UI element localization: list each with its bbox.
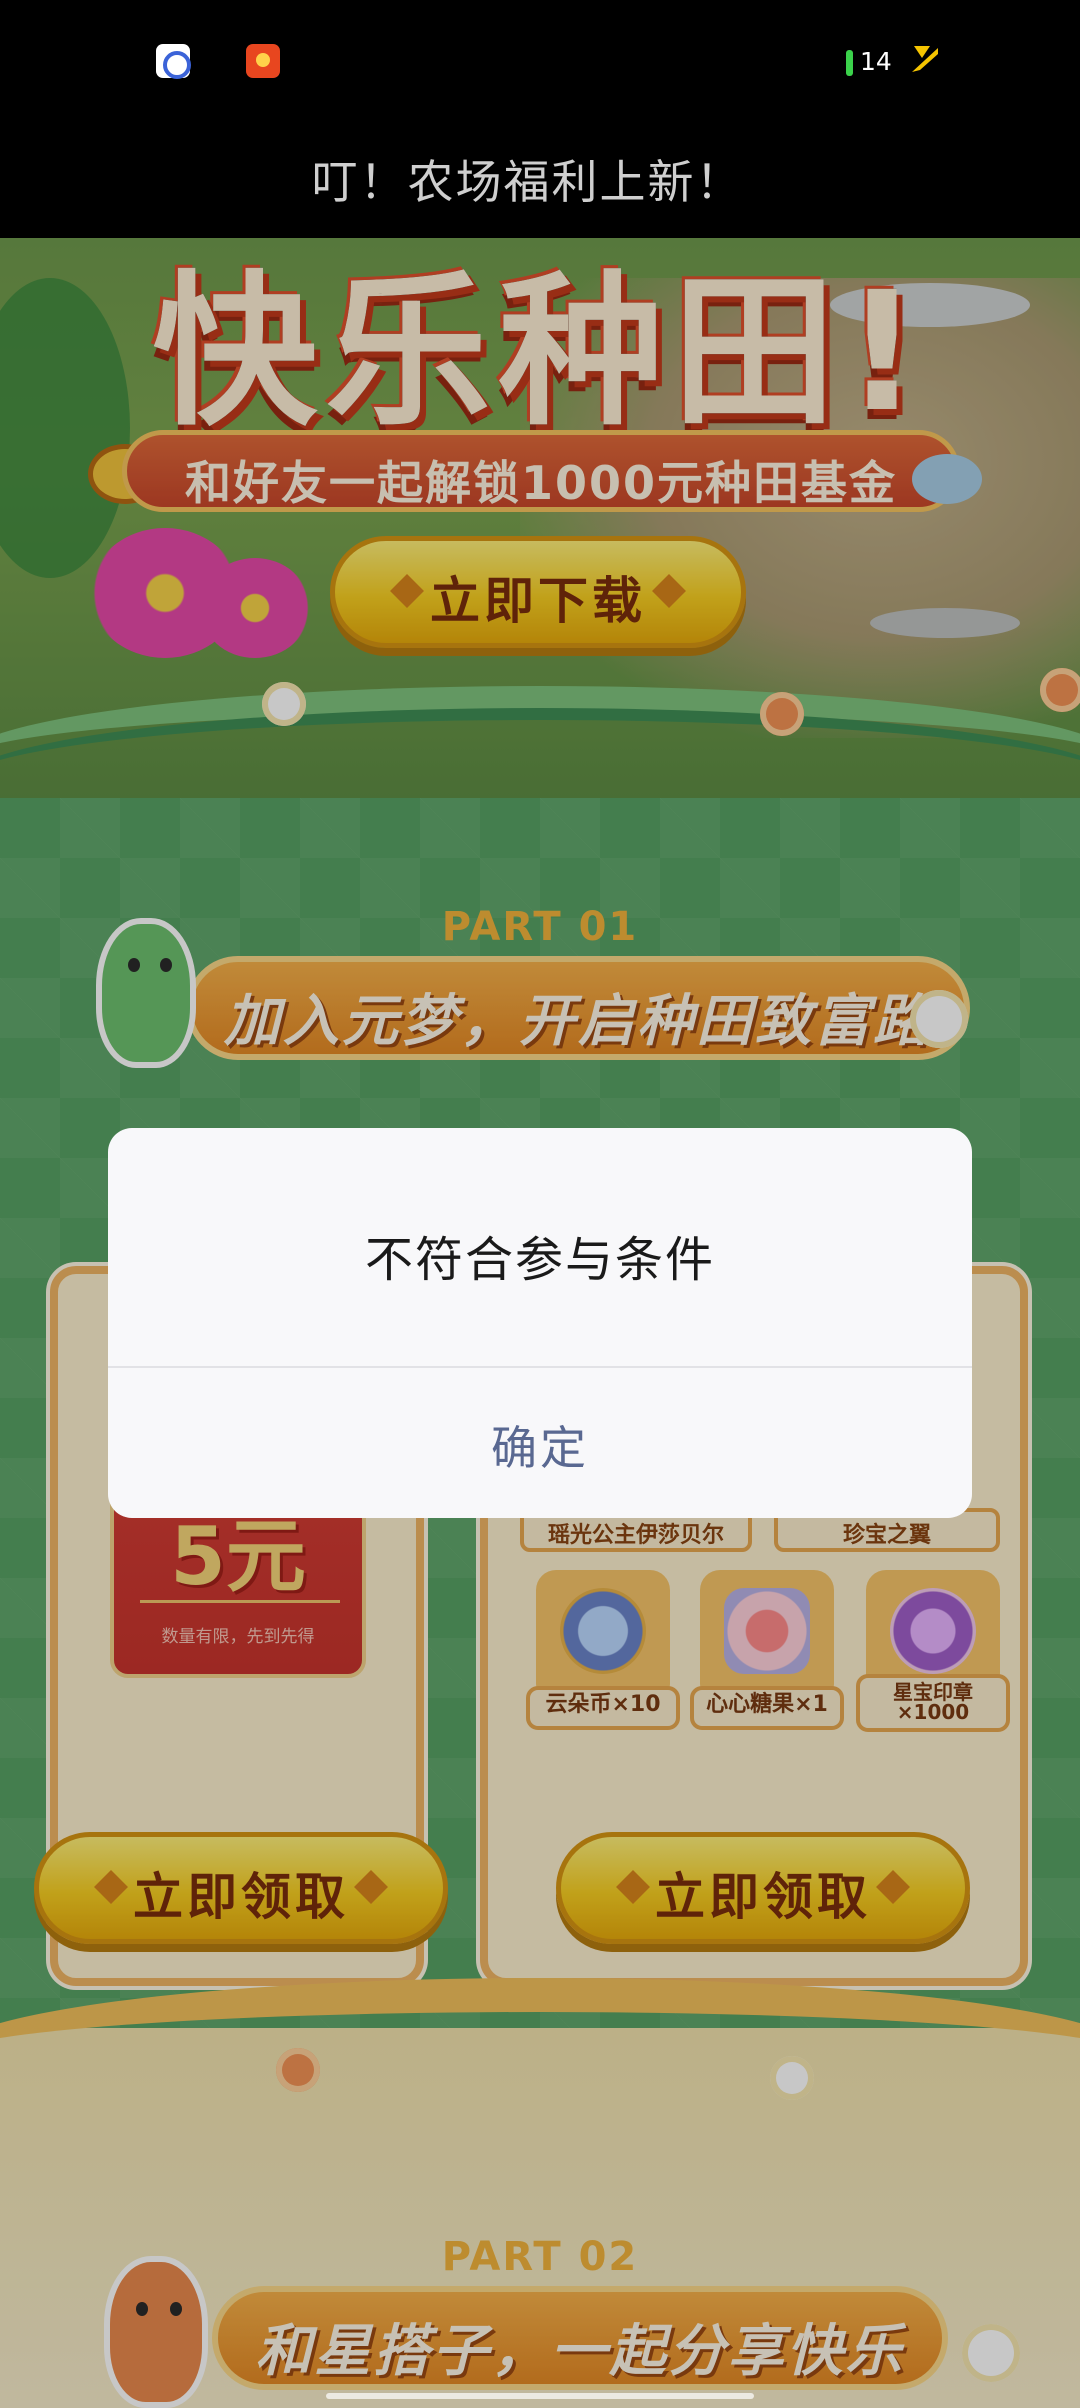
page-title: 叮！农场福利上新！ [311,155,744,209]
battery-level: 14 [860,47,892,76]
page-header: 叮！农场福利上新！ [0,126,1080,238]
alert-dialog: 不符合参与条件 确定 [108,1128,972,1518]
confirm-button-label: 确定 [491,1421,589,1475]
dialog-message: 不符合参与条件 [364,1232,715,1288]
confirm-button[interactable]: 确定 [108,1368,972,1518]
home-indicator[interactable] [326,2393,754,2399]
charging-icon [912,46,938,72]
status-bar: 14 [0,0,1080,126]
browser-app-icon [156,44,191,79]
news-app-icon [246,44,280,78]
battery-icon [846,50,853,76]
